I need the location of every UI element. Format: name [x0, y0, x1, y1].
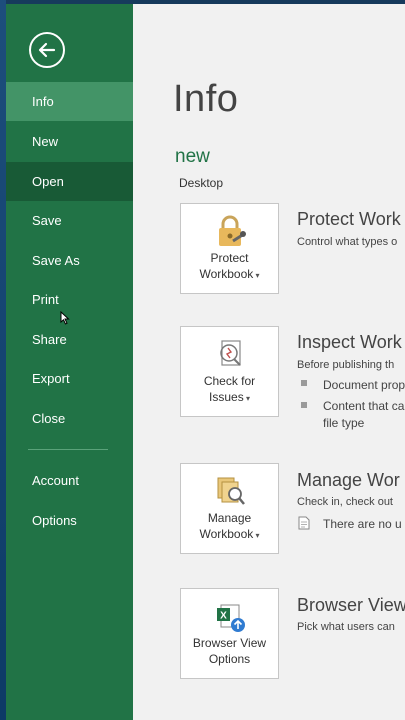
section-heading: Inspect Work [297, 332, 402, 352]
document-location[interactable]: Desktop [179, 176, 223, 190]
sidebar-item-export[interactable]: Export [6, 359, 133, 398]
bullet-text: Document prop [323, 378, 405, 392]
section-heading: Browser View [297, 595, 405, 615]
svg-text:X: X [220, 611, 227, 622]
bullet-text: Content that ca [323, 399, 405, 413]
sidebar-item-info[interactable]: Info [6, 82, 133, 121]
section-description: Check in, check out [297, 496, 393, 508]
info-pane: Info new Desktop Protect Workbook ▾ Prot… [133, 4, 405, 720]
sidebar-item-close[interactable]: Close [6, 399, 133, 438]
document-name: new [175, 146, 210, 167]
tile-label: Protect [210, 251, 249, 265]
sidebar-item-new[interactable]: New [6, 122, 133, 161]
sidebar-item-options[interactable]: Options [6, 501, 133, 540]
manage-versions-icon [217, 477, 245, 505]
document-icon [298, 516, 310, 530]
lock-key-icon [219, 215, 246, 246]
sidebar-divider [28, 449, 108, 450]
section-heading: Manage Wor [297, 470, 400, 490]
check-for-issues-button[interactable]: Check for Issues ▾ [180, 326, 279, 417]
back-arrow-icon [38, 42, 56, 58]
excel-globe-icon: X [217, 604, 245, 632]
mouse-cursor-icon [60, 311, 70, 325]
sidebar-item-save-as[interactable]: Save As [6, 241, 133, 280]
section-description: Pick what users can [297, 621, 395, 633]
bullet-text-continuation: file type [323, 416, 365, 430]
tile-label: Issues [209, 390, 244, 404]
tile-label: Workbook [199, 267, 254, 281]
sidebar-item-share[interactable]: Share [6, 320, 133, 359]
bullet-icon [301, 402, 307, 408]
section-description: Before publishing th [297, 359, 395, 371]
section-description: Control what types o [297, 236, 398, 248]
protect-workbook-button[interactable]: Protect Workbook ▾ [180, 203, 279, 294]
browser-view-options-button[interactable]: X Browser View Options [180, 588, 279, 679]
sidebar-item-account[interactable]: Account [6, 461, 133, 500]
versions-note: There are no u [323, 517, 402, 531]
back-button[interactable] [29, 32, 65, 68]
sidebar-item-save[interactable]: Save [6, 201, 133, 240]
tile-label: Workbook [199, 527, 254, 541]
dropdown-caret-icon: ▾ [243, 394, 250, 403]
tile-label: Browser View [192, 636, 267, 650]
inspect-document-icon [220, 340, 241, 366]
tile-label: Options [208, 652, 251, 666]
manage-workbook-button[interactable]: Manage Workbook ▾ [180, 463, 279, 554]
dropdown-caret-icon: ▾ [253, 531, 260, 540]
page-title: Info [173, 78, 239, 120]
dropdown-caret-icon: ▾ [253, 271, 260, 280]
sidebar-item-open[interactable]: Open [6, 162, 133, 201]
section-heading: Protect Work [297, 209, 401, 229]
tile-label: Check for [203, 374, 256, 388]
bullet-icon [301, 380, 307, 386]
tile-label: Manage [207, 511, 252, 525]
backstage-sidebar: Info New Open Save Save As Print Share E… [6, 4, 133, 720]
